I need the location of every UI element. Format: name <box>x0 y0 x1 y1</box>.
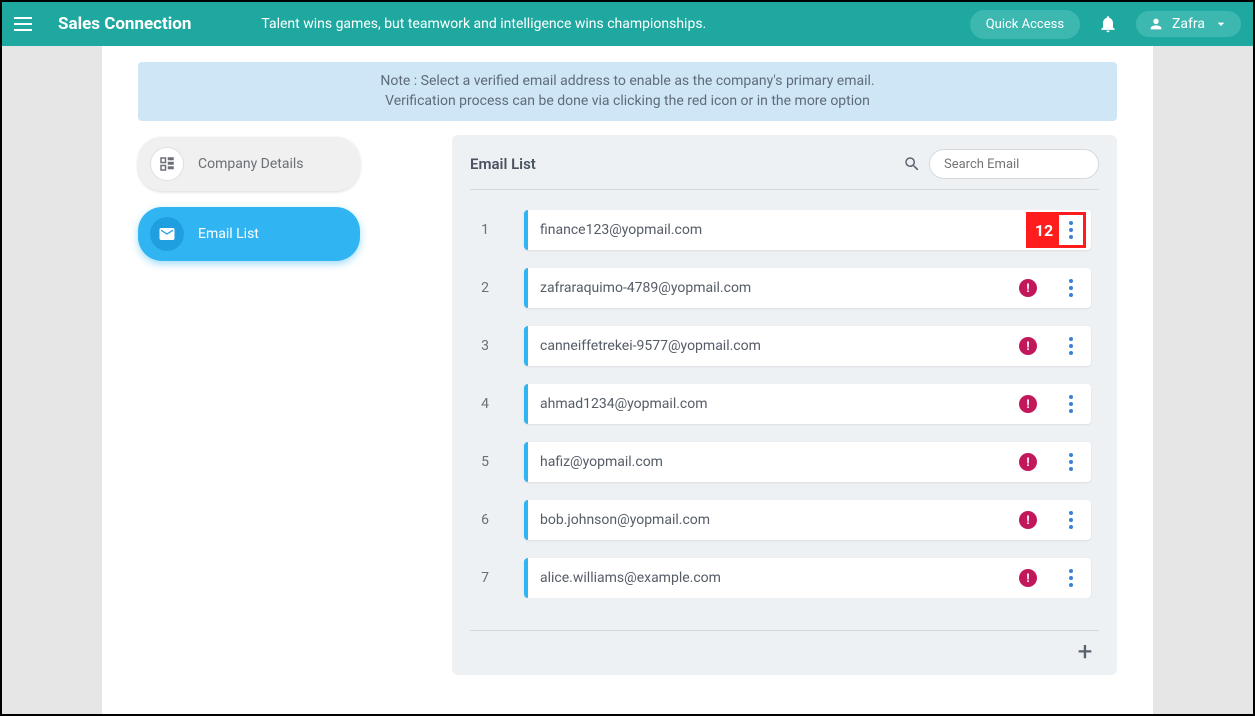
row-number: 5 <box>470 454 500 470</box>
email-item[interactable]: bob.johnson@yopmail.com! <box>524 500 1091 540</box>
unverified-warning-icon[interactable]: ! <box>1019 395 1037 413</box>
more-options-icon[interactable] <box>1065 565 1077 591</box>
notification-bell-icon[interactable] <box>1098 14 1118 34</box>
row-number: 4 <box>470 396 500 412</box>
more-options-icon[interactable] <box>1065 507 1077 533</box>
email-address: zafraraquimo-4789@yopmail.com <box>540 280 1019 296</box>
unverified-warning-icon[interactable]: ! <box>1019 569 1037 587</box>
nav-company-details-label: Company Details <box>198 156 304 172</box>
search-wrap <box>903 149 1099 179</box>
email-rows[interactable]: 1 finance123@yopmail.com12 2 zafraraquimo-4… <box>470 210 1099 598</box>
panel-divider <box>470 630 1099 631</box>
search-icon[interactable] <box>903 155 921 173</box>
email-item[interactable]: ahmad1234@yopmail.com! <box>524 384 1091 424</box>
email-address: bob.johnson@yopmail.com <box>540 512 1019 528</box>
email-item[interactable]: hafiz@yopmail.com! <box>524 442 1091 482</box>
unverified-warning-icon[interactable]: ! <box>1019 279 1037 297</box>
nav-company-details[interactable]: Company Details <box>138 137 360 191</box>
email-address: ahmad1234@yopmail.com <box>540 396 1019 412</box>
row-number: 3 <box>470 338 500 354</box>
page-body: Note : Select a verified email address t… <box>2 46 1253 714</box>
email-row: 3 canneiffetrekei-9577@yopmail.com! <box>470 326 1091 366</box>
top-bar: Sales Connection Talent wins games, but … <box>2 2 1253 46</box>
more-options-icon[interactable] <box>1065 449 1077 475</box>
row-number: 7 <box>470 570 500 586</box>
user-menu[interactable]: Zafra <box>1136 11 1241 37</box>
left-nav: Company Details Email List <box>138 135 428 675</box>
email-item[interactable]: zafraraquimo-4789@yopmail.com! <box>524 268 1091 308</box>
row-number: 1 <box>470 222 500 238</box>
quick-access-button[interactable]: Quick Access <box>970 10 1080 39</box>
add-email-button[interactable]: + <box>1071 637 1099 665</box>
unverified-warning-icon[interactable]: ! <box>1019 337 1037 355</box>
email-item[interactable]: finance123@yopmail.com12 <box>524 210 1091 250</box>
email-row: 6 bob.johnson@yopmail.com! <box>470 500 1091 540</box>
email-icon <box>150 217 184 251</box>
user-name: Zafra <box>1172 16 1205 32</box>
unverified-warning-icon[interactable]: ! <box>1019 511 1037 529</box>
tagline: Talent wins games, but teamwork and inte… <box>261 16 969 32</box>
panel-header: Email List <box>470 149 1099 190</box>
email-item[interactable]: canneiffetrekei-9577@yopmail.com! <box>524 326 1091 366</box>
callout-number: 12 <box>1029 215 1059 245</box>
content-card: Note : Select a verified email address t… <box>102 46 1153 714</box>
nav-email-list-label: Email List <box>198 226 259 242</box>
email-row: 4 ahmad1234@yopmail.com! <box>470 384 1091 424</box>
panel-title: Email List <box>470 155 536 173</box>
note-line-1: Note : Select a verified email address t… <box>150 72 1105 92</box>
info-note: Note : Select a verified email address t… <box>138 62 1117 121</box>
email-item[interactable]: alice.williams@example.com! <box>524 558 1091 598</box>
search-input[interactable] <box>929 149 1099 179</box>
chevron-down-icon <box>1213 16 1229 32</box>
email-row: 5 hafiz@yopmail.com! <box>470 442 1091 482</box>
more-options-icon[interactable] <box>1065 333 1077 359</box>
row-number: 2 <box>470 280 500 296</box>
email-row: 2 zafraraquimo-4789@yopmail.com! <box>470 268 1091 308</box>
email-address: canneiffetrekei-9577@yopmail.com <box>540 338 1019 354</box>
app-title: Sales Connection <box>58 14 191 34</box>
menu-icon[interactable] <box>14 12 38 36</box>
user-icon <box>1148 16 1164 32</box>
company-icon <box>150 147 184 181</box>
email-row: 1 finance123@yopmail.com12 <box>470 210 1091 250</box>
more-options-icon[interactable] <box>1065 217 1077 243</box>
email-row: 7 alice.williams@example.com! <box>470 558 1091 598</box>
note-line-2: Verification process can be done via cli… <box>150 92 1105 112</box>
unverified-warning-icon[interactable]: ! <box>1019 453 1037 471</box>
email-address: alice.williams@example.com <box>540 570 1019 586</box>
email-list-panel: Email List 1 finance123@yopmail.com12 2 zaf… <box>452 135 1117 675</box>
row-number: 6 <box>470 512 500 528</box>
content-row: Company Details Email List Email List <box>138 135 1117 675</box>
more-options-icon[interactable] <box>1065 391 1077 417</box>
email-address: finance123@yopmail.com <box>540 222 1079 238</box>
email-address: hafiz@yopmail.com <box>540 454 1019 470</box>
callout-highlight: 12 <box>1026 212 1086 248</box>
more-options-icon[interactable] <box>1065 275 1077 301</box>
nav-email-list[interactable]: Email List <box>138 207 360 261</box>
